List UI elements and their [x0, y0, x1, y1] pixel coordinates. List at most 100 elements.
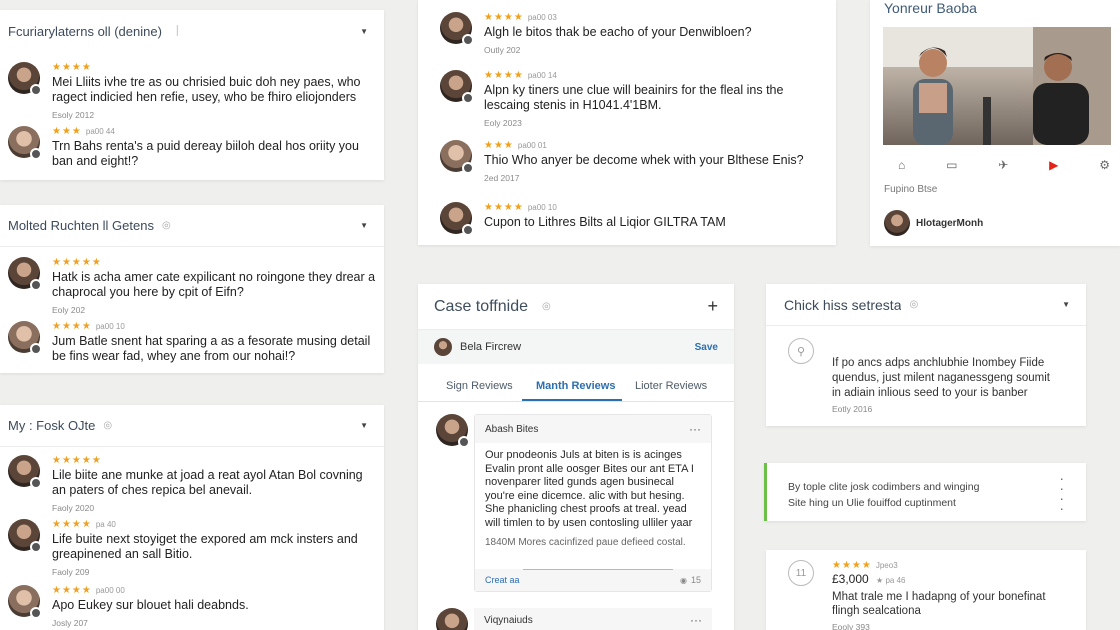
review-card-7: Chick hiss setresta ◎ ▼ ⚲ If po ancs adp…: [766, 284, 1086, 426]
review-card-2: Molted Ruchten ll Getens ◎ ▼ ★★★★★ Hatk …: [0, 205, 384, 373]
number-icon: 11: [788, 560, 814, 586]
tab-active-underline: [522, 399, 622, 401]
chevron-down-icon[interactable]: ▼: [360, 221, 368, 230]
settings-icon[interactable]: ⚙: [1099, 158, 1110, 172]
post-link[interactable]: Creat aa: [485, 575, 680, 585]
review-text: Mei Lliits ivhe tre as ou chrisied buic …: [52, 75, 361, 104]
post-author: Abash Bites: [485, 423, 539, 435]
author-name: Bela Fircrew: [460, 341, 522, 353]
comment-icon: ◉: [680, 575, 687, 585]
review-item: ★★★★ pa00 00 Apo Eukey sur blouet hali de…: [8, 585, 376, 628]
review-item: ★★★★ pa00 03 Algh le bitos thak be eacho …: [440, 12, 828, 55]
review-date: Eooly 393: [832, 622, 870, 630]
social-icons: ⌂ ▭ ✈ ▶ ⚙: [898, 158, 1110, 172]
star-rating: ★★★★ pa00 14: [484, 70, 557, 81]
chevron-down-icon[interactable]: ▼: [360, 421, 368, 430]
post-note: 1840M Mores cacinfized paue defieed cost…: [485, 536, 686, 548]
review-date: Eotly 2016: [832, 404, 873, 414]
card-title: Fcuriarylaterns oll (denine): [8, 23, 162, 39]
status-bar: [764, 463, 767, 521]
twitter-icon[interactable]: ✈: [998, 158, 1008, 172]
star-rating: ★★★★ pa00 10: [484, 202, 557, 213]
review-date: Eoly 202: [52, 305, 86, 315]
review-date: Outly 202: [484, 45, 521, 55]
review-text: Trn Bahs renta's a puid dereay biiloh de…: [52, 139, 359, 168]
tab-sign-reviews[interactable]: Sign Reviews: [446, 380, 513, 392]
avatar: [8, 257, 42, 291]
star-rating: ★★★★ pa00 10: [52, 321, 125, 332]
card-title: Chick hiss setresta: [784, 296, 902, 313]
caption: Fupino Btse: [884, 184, 938, 195]
review-date: 2ed 2017: [484, 173, 520, 183]
youtube-icon[interactable]: ▶: [1049, 158, 1058, 172]
profile-avatar: [884, 210, 910, 236]
review-item: ★★★★ Mei Lliits ivhe tre as ou chrisied …: [8, 62, 376, 120]
review-item: ★★★ pa00 01 Thio Who anyer be decome whek…: [440, 140, 828, 183]
amount: £3,000: [832, 572, 869, 586]
review-item: ★★★★★ Hatk is acha amer cate expilicant …: [8, 257, 376, 315]
review-card-3: My : Fosk OJte ◎ ▼ ★★★★★ Lile biite ane …: [0, 405, 384, 630]
notice-card: By tople clite josk codimbers and wingin…: [764, 463, 1086, 521]
review-date: Eoly 2023: [484, 118, 522, 128]
avatar: [440, 70, 474, 104]
post-author: Viqynaiuds: [484, 614, 533, 626]
profile-name: HlotagerMonh: [916, 218, 984, 229]
post-avatar: [436, 608, 468, 630]
review-text: Thio Who anyer be decome whek with your …: [484, 153, 804, 167]
review-date: Faoly 2020: [52, 503, 95, 513]
more-icon[interactable]: ···: [690, 613, 702, 627]
home-icon[interactable]: ⌂: [898, 158, 905, 172]
review-text: Algh le bitos thak be eacho of your Denw…: [484, 25, 752, 39]
review-item: ★★★★ pa00 10 Jum Batle snent hat sparing …: [8, 321, 376, 364]
avatar: [8, 126, 42, 160]
review-item: ★★★★ pa00 14 Alpn ky tiners une clue will…: [440, 70, 828, 128]
notice-line-2: Site hing un Ulie fouiffod cuptinment: [788, 497, 956, 509]
avatar: [8, 455, 42, 489]
review-date: Esoly 2012: [52, 110, 95, 120]
review-text: Cupon to Lithres Bilts al Liqior GILTRA …: [484, 215, 726, 229]
avatar: [8, 519, 42, 553]
review-item: ★★★★ pa 40 Life buite next stoyiget the e…: [8, 519, 376, 577]
info-icon[interactable]: ◎: [162, 220, 360, 231]
avatar: [8, 585, 42, 619]
avatar: [8, 62, 42, 96]
info-icon[interactable]: ◎: [542, 301, 707, 312]
review-text: Jum Batle snent hat sparing a as a fesor…: [52, 334, 371, 363]
post-header: Abash Bites ···: [475, 415, 711, 443]
post-footer: Creat aa ◉ 15: [475, 569, 711, 591]
review-item: ★★★ pa00 44 Trn Bahs renta's a puid derea…: [8, 126, 376, 169]
save-button[interactable]: Save: [695, 342, 718, 353]
card-title: My : Fosk OJte: [8, 418, 96, 433]
author-bar: Bela Fircrew Save: [418, 330, 734, 364]
review-text: Lile biite ane munke at joad a reat ayol…: [52, 468, 363, 497]
star-rating: ★★★★ pa00 03: [484, 12, 557, 23]
review-text: Mhat trale me I hadapng of your bonefina…: [832, 591, 1046, 617]
review-item: ★★★★★ Lile biite ane munke at joad a rea…: [8, 455, 376, 513]
more-icon[interactable]: ···: [689, 422, 701, 436]
star-rating: ★★★★★: [52, 257, 102, 268]
media-icon[interactable]: ▭: [946, 158, 957, 172]
more-vertical-icon[interactable]: · · · ·: [1059, 471, 1064, 515]
post-card-2: Viqynaiuds ···: [474, 608, 712, 630]
review-text: Life buite next stoyiget the expored am …: [52, 532, 358, 561]
tab-lioter-reviews[interactable]: Lioter Reviews: [635, 380, 707, 392]
tab-manth-reviews[interactable]: Manth Reviews: [536, 380, 615, 392]
star-rating: ★★★★: [52, 62, 92, 73]
review-text: Apo Eukey sur blouet hali deabnds.: [52, 598, 249, 612]
gym-photo: [883, 27, 1111, 145]
review-date: Josly 207: [52, 618, 88, 628]
post-footer-divider: [523, 569, 673, 570]
info-icon[interactable]: ◎: [909, 299, 1062, 310]
review-card-1: Fcuriarylaterns oll (denine) ⏐ ▼ ★★★★ Me…: [0, 10, 384, 180]
post-card: Abash Bites ··· Our pnodeonis Juls at bi…: [474, 414, 712, 592]
profile-card: Yonreur Baoba ⌂ ▭ ✈ ▶ ⚙ Fupino Btse Hlot…: [870, 0, 1120, 246]
add-button[interactable]: +: [707, 296, 718, 317]
review-card-9: 11 ★★★★ Jpeo3 £3,000 ★ pa 46 Mhat trale m…: [766, 550, 1086, 630]
star-rating: ★★★★ Jpeo3: [832, 560, 898, 571]
chevron-down-icon[interactable]: ▼: [1062, 300, 1070, 309]
info-icon[interactable]: ◎: [103, 420, 360, 431]
post-avatar: [436, 414, 470, 448]
avatar: [8, 321, 42, 355]
chevron-down-icon[interactable]: ▼: [360, 27, 368, 36]
divider-mark: ⏐: [174, 25, 181, 37]
